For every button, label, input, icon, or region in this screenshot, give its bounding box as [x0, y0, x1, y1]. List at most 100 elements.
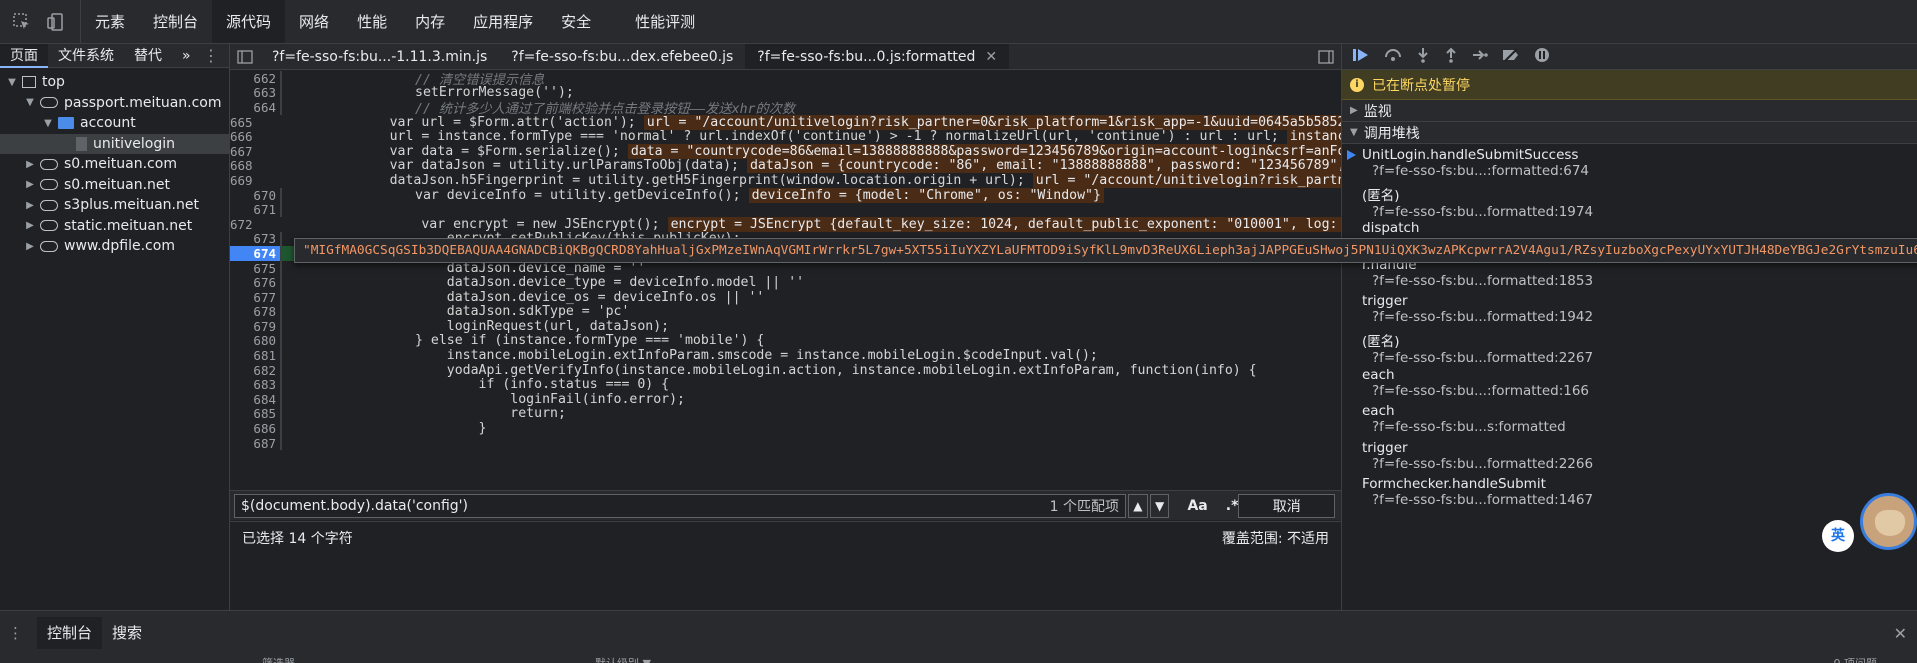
line-number[interactable]: 662	[230, 71, 280, 86]
drawer-menu-icon[interactable]: ⋮	[8, 624, 23, 642]
code-line[interactable]: 668 var dataJson = utility.urlParamsToOb…	[230, 158, 1341, 174]
next-match-icon[interactable]: ▼	[1149, 493, 1170, 518]
call-frame[interactable]: trigger ?f=fe-sso-fs:bu...formatted:2266	[1342, 437, 1917, 474]
inspect-element-icon[interactable]	[12, 12, 32, 32]
frame-location[interactable]: ?f=fe-sso-fs:bu...formatted:1467	[1362, 492, 1917, 508]
step-icon[interactable]	[1472, 48, 1488, 66]
code-line[interactable]: 676 dataJson.device_type = deviceInfo.mo…	[230, 275, 1341, 290]
tree-node[interactable]: ▼ top	[0, 72, 229, 93]
code-line[interactable]: 665 var url = $Form.attr('action'); url =…	[230, 114, 1341, 130]
main-tab[interactable]: 控制台	[139, 0, 212, 43]
line-number[interactable]: 680	[230, 333, 280, 348]
line-number[interactable]: 684	[230, 392, 280, 407]
line-number[interactable]: 685	[230, 406, 280, 421]
line-number[interactable]: 683	[230, 377, 280, 392]
cancel-find-button[interactable]: 取消	[1238, 493, 1335, 518]
line-number[interactable]: 663	[230, 85, 280, 100]
line-number[interactable]: 686	[230, 421, 280, 436]
issues-count[interactable]: 0 项问题	[1834, 655, 1878, 663]
frame-location[interactable]: ?f=fe-sso-fs:bu...:formatted:674	[1362, 163, 1917, 179]
line-number[interactable]: 678	[230, 304, 280, 319]
tab-filesystem[interactable]: 文件系统	[48, 44, 124, 68]
tree-node[interactable]: ▼ account	[0, 113, 229, 134]
code-line[interactable]: 666 url = instance.formType === 'normal'…	[230, 129, 1341, 145]
line-number[interactable]: 673	[230, 231, 280, 246]
line-number[interactable]: 665	[230, 115, 257, 130]
line-number[interactable]: 669	[230, 173, 257, 188]
line-number[interactable]: 681	[230, 348, 280, 363]
frame-location[interactable]: ?f=fe-sso-fs:bu...formatted:1853	[1362, 273, 1917, 289]
step-into-icon[interactable]	[1416, 47, 1430, 67]
collapsed-arrow-icon[interactable]: ▶	[24, 179, 36, 190]
call-frame[interactable]: each ?f=fe-sso-fs:bu...:formatted:166	[1342, 364, 1917, 401]
file-tab[interactable]: ?f=fe-sso-fs:bu...dex.efebee0.js	[499, 44, 745, 69]
ime-indicator[interactable]: 英	[1822, 520, 1854, 552]
tree-node[interactable]: ▼ passport.meituan.com	[0, 93, 229, 114]
line-number[interactable]: 674	[230, 245, 280, 261]
code-line[interactable]: 686 }	[230, 421, 1341, 436]
line-number[interactable]: 677	[230, 290, 280, 305]
deactivate-breakpoints-icon[interactable]	[1502, 47, 1520, 66]
tree-node[interactable]: ▶ s0.meituan.net	[0, 175, 229, 196]
line-number[interactable]: 666	[230, 129, 257, 144]
frame-location[interactable]: ?f=fe-sso-fs:bu...formatted:1942	[1362, 309, 1917, 325]
console-filter-placeholder[interactable]: 筛选器	[262, 655, 295, 663]
code-line[interactable]: 682 yodaApi.getVerifyInfo(instance.mobil…	[230, 363, 1341, 378]
main-tab[interactable]: 内存	[401, 0, 459, 43]
toggle-debugger-icon[interactable]	[1311, 44, 1341, 69]
frame-location[interactable]: ?f=fe-sso-fs:bu...:formatted:166	[1362, 383, 1917, 399]
main-tab[interactable]: 性能评测	[621, 0, 709, 43]
tree-node[interactable]: ▶ static.meituan.net	[0, 216, 229, 237]
callstack-section-header[interactable]: ▼ 调用堆栈	[1342, 122, 1917, 144]
step-over-icon[interactable]	[1384, 47, 1402, 67]
code-line[interactable]: 687	[230, 436, 1341, 451]
collapsed-arrow-icon[interactable]: ▶	[24, 159, 36, 170]
step-out-icon[interactable]	[1444, 47, 1458, 67]
collapsed-arrow-icon[interactable]: ▶	[24, 220, 36, 231]
watch-section-header[interactable]: ▶ 监视	[1342, 100, 1917, 122]
drawer-tab-console[interactable]: 控制台	[37, 617, 103, 649]
call-frame[interactable]: Formchecker.handleSubmit ?f=fe-sso-fs:bu.…	[1342, 473, 1917, 510]
code-line[interactable]: 683 if (info.status === 0) {	[230, 377, 1341, 392]
code-line[interactable]: 679 loginRequest(url, dataJson);	[230, 319, 1341, 334]
code-line[interactable]: 671	[230, 202, 1341, 217]
call-frame[interactable]: UnitLogin.handleSubmitSuccess ?f=fe-sso-f…	[1342, 144, 1917, 181]
call-frame[interactable]: each ?f=fe-sso-fs:bu...s:formatted	[1342, 400, 1917, 437]
collapsed-arrow-icon[interactable]: ▶	[24, 241, 36, 252]
collapsed-arrow-icon[interactable]: ▶	[24, 200, 36, 211]
match-case-toggle[interactable]: Aa	[1187, 498, 1207, 514]
code-line[interactable]: 680 } else if (instance.formType === 'mo…	[230, 333, 1341, 348]
code-line[interactable]: 684 loginFail(info.error);	[230, 392, 1341, 407]
more-tabs-icon[interactable]: »	[172, 44, 201, 68]
line-number[interactable]: 671	[230, 202, 280, 217]
regex-toggle[interactable]: .*	[1226, 498, 1239, 514]
code-line[interactable]: 685 return;	[230, 406, 1341, 421]
toggle-navigator-icon[interactable]	[230, 44, 260, 69]
call-frame[interactable]: trigger ?f=fe-sso-fs:bu...formatted:1942	[1342, 290, 1917, 327]
line-number[interactable]: 687	[230, 436, 280, 451]
resume-icon[interactable]	[1352, 47, 1370, 67]
device-toolbar-icon[interactable]	[46, 12, 66, 32]
main-tab[interactable]: 应用程序	[459, 0, 547, 43]
file-tab[interactable]: ?f=fe-sso-fs:bu...0.js:formatted ✕	[745, 44, 1010, 69]
tree-node[interactable]: unitivelogin	[0, 133, 229, 154]
line-number[interactable]: 667	[230, 144, 257, 159]
line-number[interactable]: 664	[230, 100, 280, 115]
drawer-tab-search[interactable]: 搜索	[102, 617, 152, 649]
main-tab[interactable]: 安全	[547, 0, 605, 43]
tree-node[interactable]: ▶ s0.meituan.com	[0, 154, 229, 175]
line-number[interactable]: 670	[230, 188, 280, 203]
main-tab[interactable]: 网络	[285, 0, 343, 43]
code-line[interactable]: 678 dataJson.sdkType = 'pc'	[230, 304, 1341, 319]
pause-on-exceptions-icon[interactable]	[1534, 47, 1550, 67]
tree-node[interactable]: ▶ s3plus.meituan.net	[0, 195, 229, 216]
main-tab[interactable]: 性能	[343, 0, 401, 43]
frame-location[interactable]: ?f=fe-sso-fs:bu...formatted:2266	[1362, 456, 1917, 472]
tab-page[interactable]: 页面	[0, 43, 48, 68]
code-line[interactable]: 670 var deviceInfo = utility.getDeviceIn…	[230, 187, 1341, 203]
call-frame[interactable]: (匿名) ?f=fe-sso-fs:bu...formatted:2267	[1342, 327, 1917, 366]
code-line[interactable]: 662 // 清空错误提示信息	[230, 71, 1341, 88]
main-tab[interactable]: 源代码	[212, 0, 286, 43]
line-number[interactable]: 672	[230, 217, 257, 232]
file-tab[interactable]: ?f=fe-sso-fs:bu...-1.11.3.min.js	[260, 44, 499, 69]
